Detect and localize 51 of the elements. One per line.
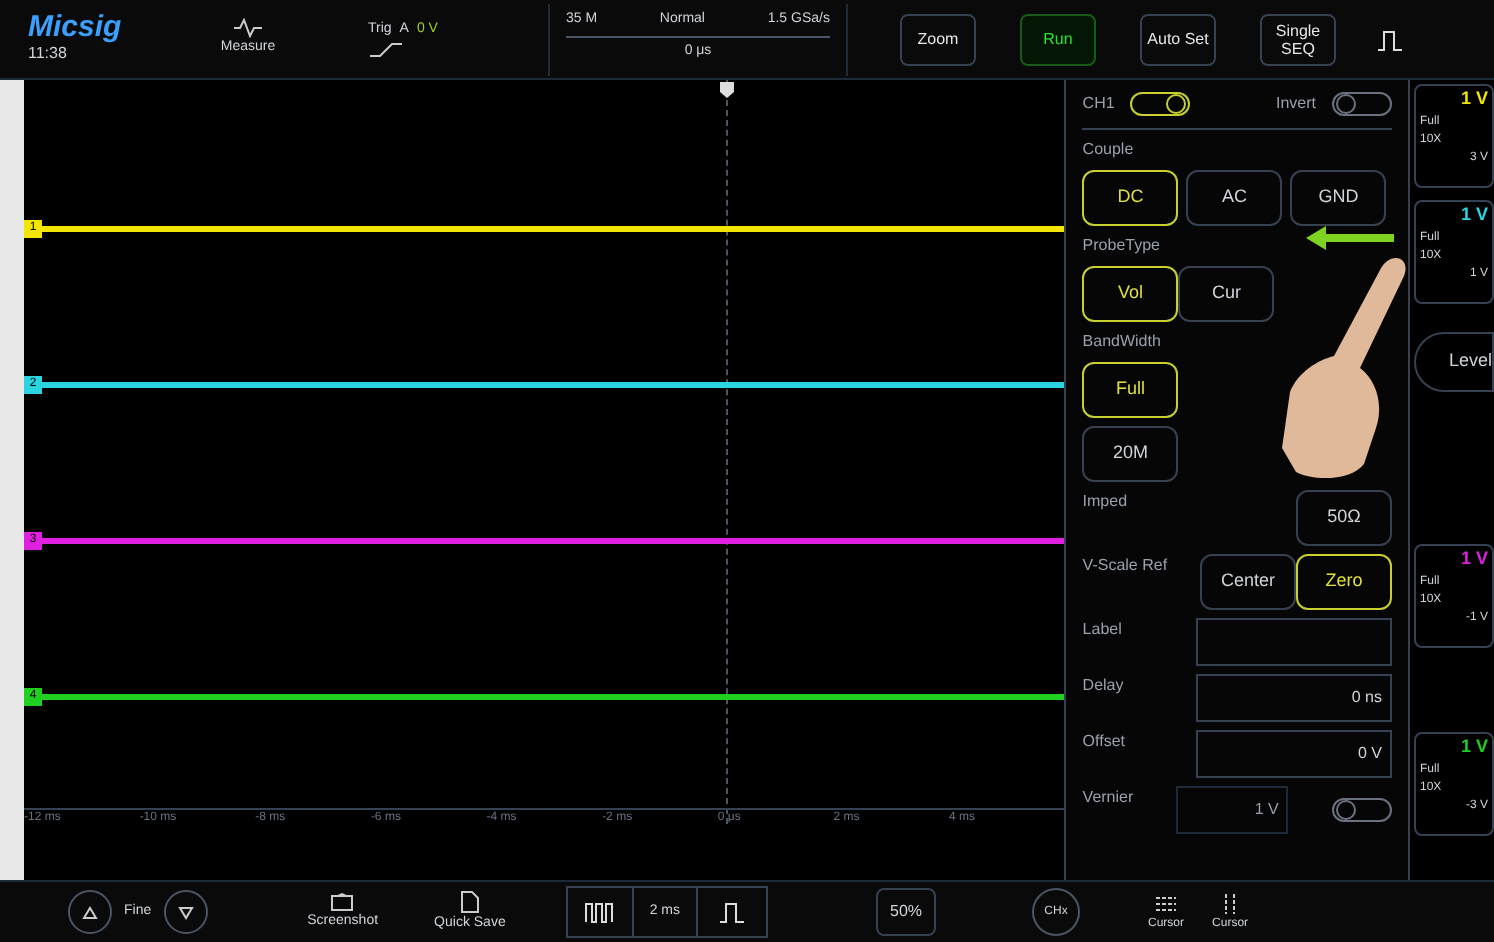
section-label: Delay (1082, 674, 1124, 698)
toggle-switch[interactable] (1130, 92, 1191, 116)
option-button[interactable]: Cur (1178, 266, 1275, 322)
toolbar-button[interactable]: Single SEQ (1260, 13, 1336, 65)
toolbar-button[interactable]: Auto Set (1140, 13, 1216, 65)
pulse-icon[interactable] (1376, 27, 1404, 51)
file-icon (459, 889, 480, 914)
section-label: BandWidth (1082, 330, 1161, 354)
channel-scale: 1 V (1460, 86, 1488, 112)
logo: Micsig (28, 12, 124, 42)
section-label: Couple (1082, 138, 1134, 162)
option-button[interactable]: Full (1082, 362, 1179, 418)
option-button[interactable]: GND (1290, 170, 1387, 226)
option-button[interactable]: Vol (1082, 266, 1179, 322)
section-label: Imped (1082, 490, 1128, 514)
section-label: Label (1082, 618, 1122, 642)
section-label: ProbeType (1082, 234, 1160, 258)
clock-time: 11:38 (28, 43, 69, 66)
input-field[interactable] (1196, 618, 1392, 666)
input-field[interactable]: 0 V (1196, 730, 1392, 778)
section-label: V-Scale Ref (1082, 554, 1168, 578)
rising-edge-icon (368, 41, 404, 58)
down-button[interactable] (163, 890, 208, 934)
section-label: Vernier (1082, 786, 1134, 810)
option-button[interactable]: Center (1200, 554, 1296, 610)
option-button[interactable]: 20M (1082, 426, 1179, 482)
pulse-icon[interactable] (718, 900, 747, 924)
screenshot-icon (330, 891, 355, 912)
option-button[interactable]: Zero (1296, 554, 1392, 610)
option-button[interactable]: 50Ω (1296, 490, 1392, 546)
channel-scale: 1 V (1460, 202, 1488, 228)
level-button[interactable]: Level (1414, 332, 1494, 392)
pulse-train-icon[interactable] (583, 900, 616, 924)
option-button[interactable]: AC (1186, 170, 1283, 226)
trigger-percent-button[interactable]: 50% (876, 888, 937, 936)
up-button[interactable] (68, 890, 112, 934)
section-label: Offset (1082, 730, 1125, 754)
toggle-switch[interactable] (1332, 92, 1392, 116)
triangle-up-icon (82, 905, 98, 919)
waveform-icon (232, 18, 264, 39)
channel-scale: 1 V (1460, 734, 1488, 760)
toolbar-button[interactable]: Zoom (900, 13, 976, 65)
section-label: Invert (1275, 92, 1316, 116)
triangle-down-icon (177, 905, 194, 919)
horizontal-lines-icon (1154, 891, 1179, 915)
input-field[interactable]: 0 ns (1196, 674, 1392, 722)
option-button[interactable]: DC (1082, 170, 1179, 226)
arrow-icon (1304, 224, 1396, 252)
toolbar-button[interactable]: Run (1020, 13, 1096, 65)
channel-scale: 1 V (1460, 546, 1488, 572)
section-label: CH1 (1082, 92, 1115, 116)
